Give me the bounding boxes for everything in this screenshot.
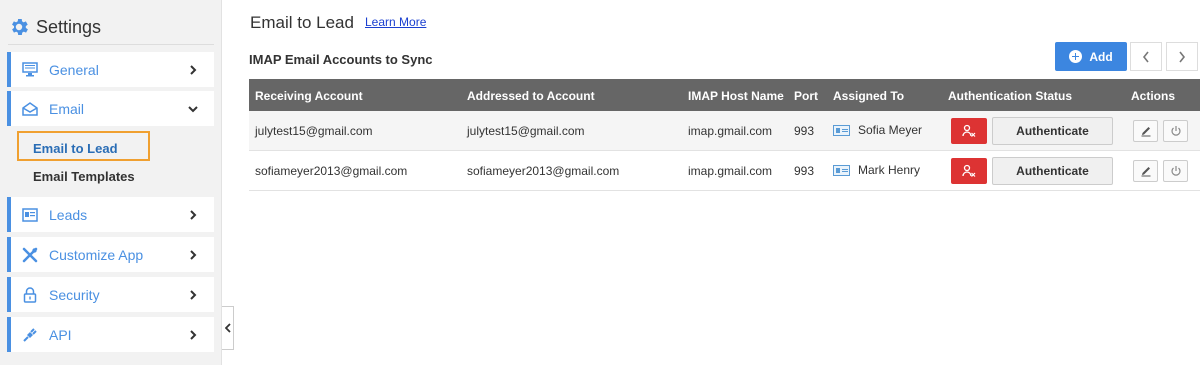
- sidebar-collapse-button[interactable]: [222, 306, 234, 350]
- sidebar-item-label: General: [49, 61, 99, 78]
- column-header: IMAP Host Name: [688, 89, 784, 103]
- sidebar-item-label: Leads: [49, 206, 88, 223]
- column-header: Actions: [1131, 89, 1176, 103]
- table-row: sofiameyer2013@gmail.com sofiameyer2013@…: [249, 151, 1200, 191]
- previous-page-button[interactable]: [1130, 42, 1162, 71]
- tools-icon: [21, 246, 39, 264]
- assigned-user-name: Mark Henry: [858, 163, 921, 177]
- power-icon: [1170, 166, 1181, 176]
- settings-sidebar: Settings General Email Email to Lead Ema…: [0, 0, 222, 365]
- chevron-left-icon: [224, 323, 231, 333]
- monitor-icon: [21, 61, 39, 79]
- sidebar-item-label: Email: [49, 100, 85, 117]
- pencil-icon: [1141, 167, 1150, 177]
- power-toggle-button[interactable]: [1163, 120, 1188, 142]
- sidebar-subitem-email-templates[interactable]: Email Templates: [33, 169, 135, 184]
- assigned-to-cell: Mark Henry: [833, 163, 920, 177]
- sidebar-item-label: Security: [49, 286, 100, 303]
- assigned-user-name: Sofia Meyer: [858, 123, 923, 137]
- section-title: IMAP Email Accounts to Sync: [249, 52, 433, 67]
- chevron-right-icon: [190, 209, 197, 220]
- gear-icon: [12, 19, 28, 35]
- edit-button[interactable]: [1133, 120, 1158, 142]
- host-cell: imap.gmail.com: [688, 164, 773, 178]
- add-button[interactable]: Add: [1055, 42, 1127, 71]
- column-header: Receiving Account: [255, 89, 363, 103]
- sidebar-subitem-label: Email to Lead: [33, 141, 118, 156]
- chevron-right-icon: [190, 64, 197, 75]
- column-header: Addressed to Account: [467, 89, 595, 103]
- sidebar-subitem-email-to-lead[interactable]: Email to Lead: [17, 131, 150, 161]
- port-cell: 993: [794, 164, 815, 178]
- table-row: julytest15@gmail.com julytest15@gmail.co…: [249, 111, 1200, 151]
- pencil-icon: [1141, 127, 1150, 137]
- addressed-account-cell: julytest15@gmail.com: [467, 124, 585, 138]
- divider: [8, 44, 214, 45]
- table-header: Receiving Account Addressed to Account I…: [249, 79, 1200, 111]
- chevron-right-icon: [190, 329, 197, 340]
- authenticate-button[interactable]: Authenticate: [992, 157, 1113, 185]
- plus-circle-icon: [1069, 50, 1083, 63]
- sidebar-item-label: Customize App: [49, 246, 144, 263]
- sidebar-item-customize-app[interactable]: Customize App: [7, 237, 214, 272]
- chevron-left-icon: [1142, 51, 1149, 62]
- learn-more-link[interactable]: Learn More: [365, 15, 426, 29]
- sidebar-item-general[interactable]: General: [7, 52, 214, 87]
- user-remove-icon: [962, 124, 976, 137]
- main-content: Email to Lead Learn More IMAP Email Acco…: [235, 0, 1200, 365]
- receiving-account-cell: sofiameyer2013@gmail.com: [255, 164, 408, 178]
- column-header: Authentication Status: [948, 89, 1073, 103]
- contact-card-icon: [833, 124, 850, 136]
- host-cell: imap.gmail.com: [688, 124, 773, 138]
- sidebar-item-leads[interactable]: Leads: [7, 197, 214, 232]
- column-header: Assigned To: [833, 89, 905, 103]
- user-remove-icon: [962, 164, 976, 177]
- next-page-button[interactable]: [1166, 42, 1198, 71]
- receiving-account-cell: julytest15@gmail.com: [255, 124, 373, 138]
- sidebar-item-email[interactable]: Email: [7, 91, 214, 126]
- addressed-account-cell: sofiameyer2013@gmail.com: [467, 164, 620, 178]
- chevron-down-icon: [188, 105, 198, 112]
- revoke-auth-button[interactable]: [951, 118, 987, 144]
- sidebar-item-security[interactable]: Security: [7, 277, 214, 312]
- power-toggle-button[interactable]: [1163, 160, 1188, 182]
- chevron-right-icon: [190, 289, 197, 300]
- sidebar-item-label: API: [49, 326, 72, 343]
- plug-icon: [21, 326, 39, 344]
- revoke-auth-button[interactable]: [951, 158, 987, 184]
- page-title: Email to Lead: [250, 13, 354, 32]
- settings-title: Settings: [36, 16, 102, 37]
- power-icon: [1170, 126, 1181, 136]
- chevron-right-icon: [1179, 51, 1186, 62]
- assigned-to-cell: Sofia Meyer: [833, 123, 922, 137]
- add-button-label: Add: [1089, 49, 1113, 64]
- lock-icon: [21, 286, 39, 304]
- column-header: Port: [794, 89, 818, 103]
- sidebar-item-api[interactable]: API: [7, 317, 214, 352]
- contact-card-icon: [833, 164, 850, 176]
- edit-button[interactable]: [1133, 160, 1158, 182]
- settings-header: Settings: [8, 14, 101, 40]
- envelope-icon: [21, 100, 39, 118]
- chevron-right-icon: [190, 249, 197, 260]
- leads-card-icon: [21, 206, 39, 224]
- authenticate-button[interactable]: Authenticate: [992, 117, 1113, 145]
- port-cell: 993: [794, 124, 815, 138]
- imap-accounts-table: Receiving Account Addressed to Account I…: [249, 79, 1200, 191]
